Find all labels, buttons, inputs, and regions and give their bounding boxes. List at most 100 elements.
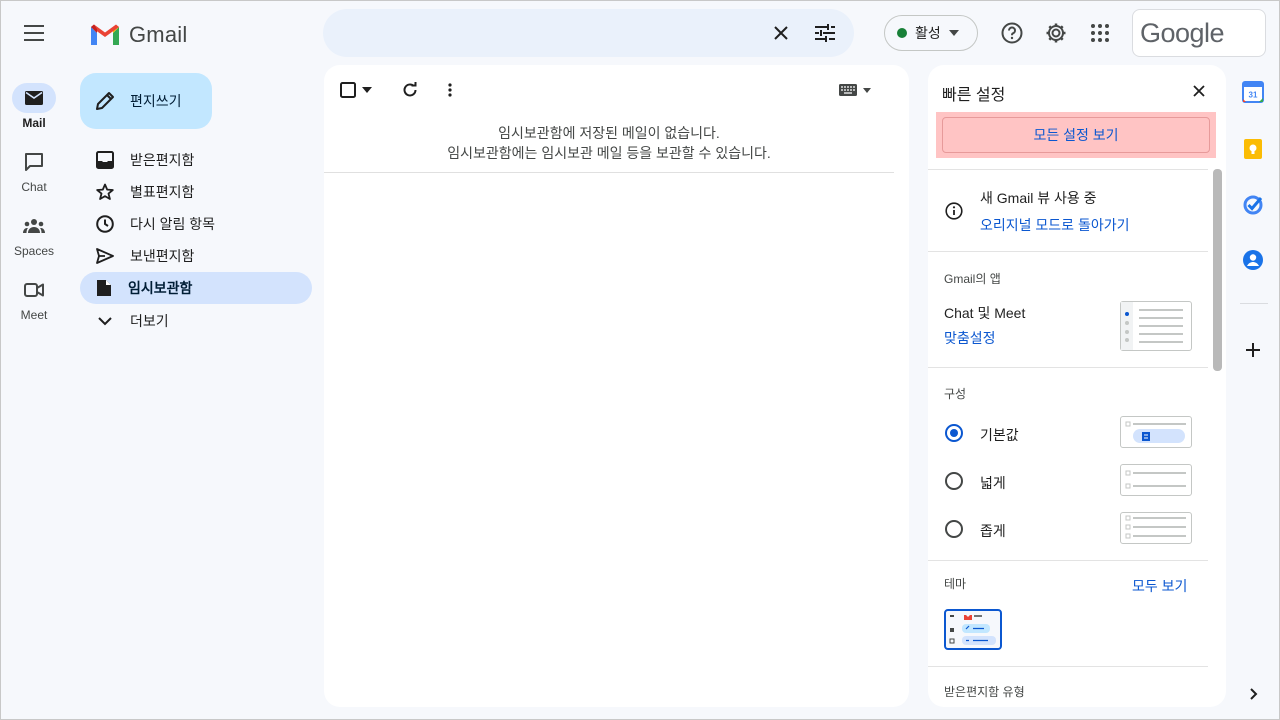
nav-label: 별표편지함 xyxy=(130,184,195,200)
empty-drafts-message: 임시보관함에 저장된 메일이 없습니다. 임시보관함에는 임시보관 메일 등을 … xyxy=(324,123,894,163)
nav-item-more[interactable]: 더보기 xyxy=(80,305,312,337)
density-comfortable-preview xyxy=(1120,464,1192,496)
refresh-icon xyxy=(402,82,418,98)
mail-icon xyxy=(12,83,56,113)
nav-label: 다시 알림 항목 xyxy=(130,216,216,232)
settings-button[interactable] xyxy=(1036,13,1076,53)
keep-icon xyxy=(1242,138,1266,160)
empty-message-line: 임시보관함에는 임시보관 메일 등을 보관할 수 있습니다. xyxy=(447,145,771,161)
theme-view-all-link[interactable]: 모두 보기 xyxy=(1132,576,1187,596)
get-addons-button[interactable] xyxy=(1242,339,1266,363)
theme-heading: 테마 xyxy=(944,577,967,591)
chevron-down-icon xyxy=(96,312,114,330)
nav-item-snoozed[interactable]: 다시 알림 항목 xyxy=(80,208,312,240)
spaces-icon xyxy=(12,211,56,241)
theme-preview[interactable] xyxy=(944,609,1002,650)
checkbox-icon xyxy=(340,82,356,98)
rail-label: Meet xyxy=(20,308,48,322)
chat-meet-label: Chat 및 Meet xyxy=(944,305,1026,321)
scrollbar-thumb[interactable] xyxy=(1213,169,1222,371)
close-icon xyxy=(773,25,789,41)
nav-label: 받은편지함 xyxy=(130,152,195,168)
density-option-label: 좁게 xyxy=(980,523,1006,539)
nav-label: 임시보관함 xyxy=(128,280,193,296)
see-all-settings-button[interactable]: 모든 설정 보기 xyxy=(942,117,1210,153)
help-icon xyxy=(1001,22,1023,44)
status-dot-icon xyxy=(897,28,907,38)
divider xyxy=(928,367,1208,368)
density-comfortable-radio[interactable] xyxy=(945,472,963,490)
rail-item-mail[interactable]: Mail xyxy=(1,83,67,130)
pencil-icon xyxy=(94,90,116,112)
quick-settings-title: 빠른 설정 xyxy=(942,87,1006,104)
rail-label: Chat xyxy=(21,180,47,194)
inbox-icon xyxy=(96,151,114,169)
plus-icon xyxy=(1242,339,1266,361)
select-all-checkbox[interactable] xyxy=(340,79,378,101)
gear-icon xyxy=(1045,22,1067,44)
apps-heading: Gmail의 앱 xyxy=(944,272,1001,286)
nav-item-drafts[interactable]: 임시보관함 xyxy=(80,272,312,304)
more-options-button[interactable] xyxy=(437,77,463,103)
search-options-button[interactable] xyxy=(805,13,845,53)
star-icon xyxy=(96,183,114,201)
density-compact-preview xyxy=(1120,512,1192,544)
google-logo: Google xyxy=(1140,17,1225,48)
tune-icon xyxy=(815,24,835,42)
customize-link[interactable]: 맞춤설정 xyxy=(944,328,996,348)
nav-label: 더보기 xyxy=(130,313,169,329)
density-compact-radio[interactable] xyxy=(945,520,963,538)
rail-label: Spaces xyxy=(13,244,55,258)
tasks-addon-button[interactable] xyxy=(1242,194,1266,218)
hamburger-icon xyxy=(24,25,44,41)
empty-message-line: 임시보관함에 저장된 메일이 없습니다. xyxy=(498,125,720,141)
density-heading: 구성 xyxy=(944,387,967,401)
inbox-type-heading: 받은편지함 유형 xyxy=(944,685,1025,699)
send-icon xyxy=(96,248,114,264)
clear-search-button[interactable] xyxy=(761,13,801,53)
nav-label: 보낸편지함 xyxy=(130,248,195,264)
divider xyxy=(928,560,1208,561)
main-menu-button[interactable] xyxy=(14,13,54,53)
keep-addon-button[interactable] xyxy=(1242,138,1266,162)
see-all-settings-label: 모든 설정 보기 xyxy=(1033,127,1119,143)
draft-icon xyxy=(96,279,112,297)
google-account-button[interactable]: Google xyxy=(1132,9,1266,57)
nav-item-sent[interactable]: 보낸편지함 xyxy=(80,240,312,272)
rail-item-meet[interactable]: Meet xyxy=(1,275,67,322)
close-quick-settings-button[interactable] xyxy=(1183,75,1215,107)
google-apps-button[interactable] xyxy=(1080,13,1120,53)
show-side-panel-button[interactable] xyxy=(1242,683,1266,707)
rail-label: Mail xyxy=(22,116,46,130)
status-dropdown[interactable]: 활성 xyxy=(884,15,978,51)
contacts-icon xyxy=(1242,249,1266,271)
nav-item-starred[interactable]: 별표편지함 xyxy=(80,176,312,208)
chevron-right-icon xyxy=(1242,683,1266,705)
refresh-button[interactable] xyxy=(397,77,423,103)
compose-button[interactable]: 편지쓰기 xyxy=(80,73,212,129)
status-label: 활성 xyxy=(915,25,941,41)
info-icon xyxy=(945,202,963,220)
revert-original-link[interactable]: 오리지널 모드로 돌아가기 xyxy=(980,215,1129,235)
caret-down-icon xyxy=(863,87,871,93)
density-default-preview xyxy=(1120,416,1192,448)
tasks-icon xyxy=(1242,194,1266,216)
density-default-radio[interactable] xyxy=(945,424,963,442)
keyboard-icon xyxy=(839,84,857,96)
calendar-addon-button[interactable]: 31 xyxy=(1242,81,1266,105)
more-vert-icon xyxy=(448,83,452,97)
gmail-logo[interactable]: Gmail xyxy=(89,19,187,51)
divider xyxy=(324,172,894,173)
rail-item-chat[interactable]: Chat xyxy=(1,147,67,194)
divider xyxy=(928,666,1208,667)
density-option-label: 기본값 xyxy=(980,427,1019,443)
nav-item-inbox[interactable]: 받은편지함 xyxy=(80,144,312,176)
rail-item-spaces[interactable]: Spaces xyxy=(1,211,67,258)
divider xyxy=(928,169,1208,170)
meet-icon xyxy=(12,275,56,305)
contacts-addon-button[interactable] xyxy=(1242,249,1266,273)
help-button[interactable] xyxy=(992,13,1032,53)
divider xyxy=(1240,303,1268,304)
input-tools-button[interactable] xyxy=(839,83,875,97)
chat-icon xyxy=(12,147,56,177)
